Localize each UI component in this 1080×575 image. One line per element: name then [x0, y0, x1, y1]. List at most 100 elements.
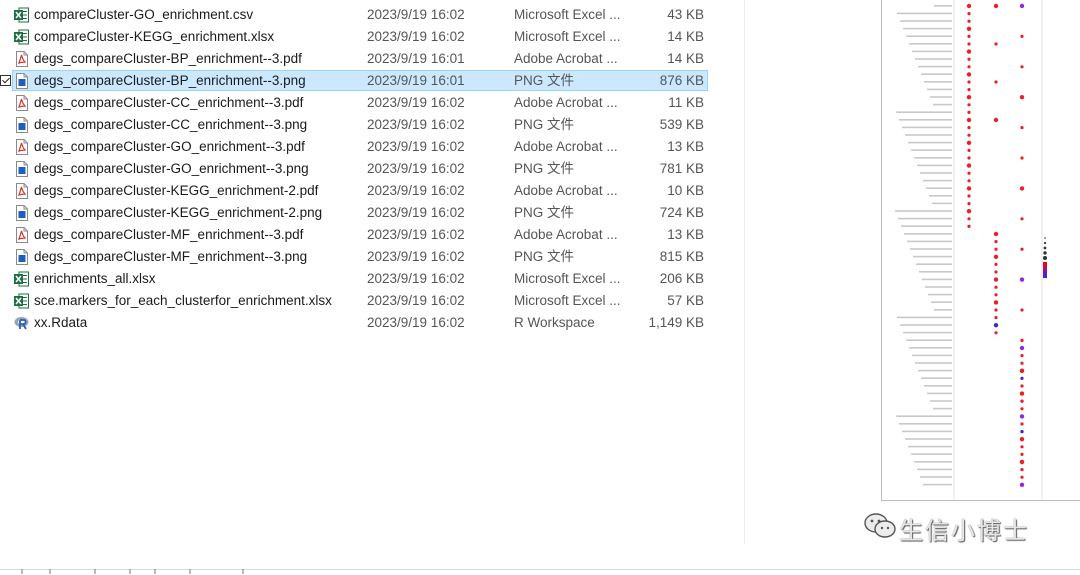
png-icon — [14, 73, 29, 89]
file-row[interactable]: sce.markers_for_each_clusterfor_enrichme… — [0, 290, 745, 312]
plot-dot — [1020, 452, 1024, 456]
term-label-bar — [903, 27, 952, 30]
file-name[interactable]: compareCluster-GO_enrichment.csv — [34, 7, 253, 23]
plot-dot — [993, 323, 999, 328]
plot-dot — [1020, 384, 1024, 388]
plot-dot — [1020, 247, 1024, 251]
file-row[interactable]: degs_compareCluster-GO_enrichment--3.png… — [0, 158, 745, 180]
file-name[interactable]: sce.markers_for_each_clusterfor_enrichme… — [34, 293, 332, 309]
file-name[interactable]: degs_compareCluster-MF_enrichment--3.png — [34, 249, 307, 265]
file-row[interactable]: xx.Rdata 2023/9/19 16:02 R Workspace 1,149 … — [0, 312, 745, 334]
file-name[interactable]: degs_compareCluster-CC_enrichment--3.pdf — [34, 95, 303, 111]
term-label-bar — [902, 126, 952, 129]
term-label-bar — [922, 278, 952, 281]
term-label-bar — [933, 103, 952, 106]
file-name[interactable]: compareCluster-KEGG_enrichment.xlsx — [34, 29, 274, 45]
file-row[interactable]: degs_compareCluster-KEGG_enrichment-2.pn… — [0, 202, 745, 224]
file-name[interactable]: degs_compareCluster-KEGG_enrichment-2.pd… — [34, 183, 318, 199]
legend-size-dot — [1043, 251, 1047, 255]
file-date-modified: 2023/9/19 16:02 — [367, 315, 465, 330]
file-row[interactable]: degs_compareCluster-BP_enrichment--3.png… — [0, 70, 745, 92]
plot-dot — [967, 57, 971, 61]
term-label-bar — [905, 438, 952, 440]
file-type: Adobe Acrobat ... — [514, 183, 618, 198]
plot-dot — [1019, 368, 1025, 373]
plot-dot — [1020, 308, 1024, 312]
file-type: Microsoft Excel ... — [514, 29, 620, 44]
term-label-bar — [906, 35, 952, 37]
file-name[interactable]: degs_compareCluster-BP_enrichment--3.png — [34, 73, 306, 89]
pdf-icon — [14, 95, 29, 111]
file-row[interactable]: enrichments_all.xlsx 2023/9/19 16:02 Micro… — [0, 268, 745, 290]
term-label-bar — [917, 468, 952, 471]
file-date-modified: 2023/9/19 16:02 — [367, 161, 465, 176]
plot-dot — [1020, 338, 1024, 342]
file-date-modified: 2023/9/19 16:02 — [367, 249, 465, 264]
plot-dot — [994, 308, 998, 312]
plot-dot — [993, 254, 999, 259]
term-label-bar — [904, 233, 952, 235]
file-row[interactable]: compareCluster-GO_enrichment.csv 2023/9/1… — [0, 4, 745, 26]
file-date-modified: 2023/9/19 16:02 — [367, 205, 465, 220]
plot-dot — [967, 217, 971, 221]
file-size: 57 KB — [667, 293, 704, 308]
term-label-bar — [923, 483, 952, 486]
file-row[interactable]: compareCluster-KEGG_enrichment.xlsx 2023/… — [0, 26, 745, 48]
file-row[interactable]: degs_compareCluster-CC_enrichment--3.pdf… — [0, 92, 745, 114]
term-label-bar — [933, 407, 952, 410]
file-type: Microsoft Excel ... — [514, 271, 620, 286]
legend-size-dot — [1043, 246, 1047, 250]
file-type: PNG 文件 — [514, 73, 575, 88]
file-row[interactable]: degs_compareCluster-GO_enrichment--3.pdf… — [0, 136, 745, 158]
file-name[interactable]: degs_compareCluster-BP_enrichment--3.pdf — [34, 51, 302, 67]
pdf-icon — [14, 183, 29, 199]
file-type: PNG 文件 — [514, 249, 575, 264]
file-row[interactable]: degs_compareCluster-KEGG_enrichment-2.pd… — [0, 180, 745, 202]
plot-dot — [967, 88, 971, 92]
file-name[interactable]: degs_compareCluster-GO_enrichment--3.pdf — [34, 139, 305, 155]
term-label-bar — [899, 119, 952, 121]
png-icon — [14, 161, 29, 177]
term-label-bar — [907, 240, 952, 243]
file-row[interactable]: degs_compareCluster-CC_enrichment--3.png… — [0, 114, 745, 136]
term-label-bar — [919, 271, 952, 273]
term-label-bar — [920, 172, 952, 174]
term-label-bar — [900, 324, 952, 326]
file-name[interactable]: degs_compareCluster-CC_enrichment--3.png — [34, 117, 307, 133]
file-type: Adobe Acrobat ... — [514, 51, 618, 66]
term-label-bar — [902, 430, 952, 433]
file-row[interactable]: degs_compareCluster-MF_enrichment--3.pdf… — [0, 224, 745, 246]
term-label-bar — [896, 415, 952, 417]
excel-icon — [14, 293, 29, 309]
wechat-icon — [864, 513, 896, 538]
file-row[interactable]: degs_compareCluster-BP_enrichment--3.pdf… — [0, 48, 745, 70]
term-label-bar — [908, 141, 952, 144]
term-label-bar — [913, 255, 952, 258]
term-label-bar — [908, 445, 952, 448]
plot-dot — [966, 72, 972, 77]
file-type: Microsoft Excel ... — [514, 7, 620, 22]
plot-dot — [967, 126, 971, 130]
row-checkbox[interactable] — [0, 75, 11, 86]
file-name[interactable]: degs_compareCluster-KEGG_enrichment-2.pn… — [34, 205, 322, 221]
file-name[interactable]: enrichments_all.xlsx — [34, 271, 156, 287]
file-name[interactable]: xx.Rdata — [34, 315, 87, 331]
image-preview-pane: 生信小博士 — [744, 0, 1080, 545]
plot-dot — [966, 186, 972, 191]
file-row[interactable]: degs_compareCluster-MF_enrichment--3.png… — [0, 246, 745, 268]
plot-dot — [967, 80, 971, 84]
term-label-bar — [911, 149, 952, 151]
plot-dot — [1019, 186, 1025, 191]
plot-dot — [1019, 3, 1025, 9]
pdf-icon — [14, 227, 29, 243]
file-size: 43 KB — [667, 7, 704, 22]
plot-dot — [1020, 422, 1024, 426]
term-label-bar — [923, 179, 952, 182]
file-name[interactable]: degs_compareCluster-GO_enrichment--3.png — [34, 161, 309, 177]
file-date-modified: 2023/9/19 16:01 — [367, 51, 465, 66]
plot-dot — [994, 331, 998, 335]
plot-dot — [967, 103, 971, 107]
term-label-bar — [930, 96, 952, 98]
file-name[interactable]: degs_compareCluster-MF_enrichment--3.pdf — [34, 227, 303, 243]
plot-dot — [1020, 65, 1024, 69]
